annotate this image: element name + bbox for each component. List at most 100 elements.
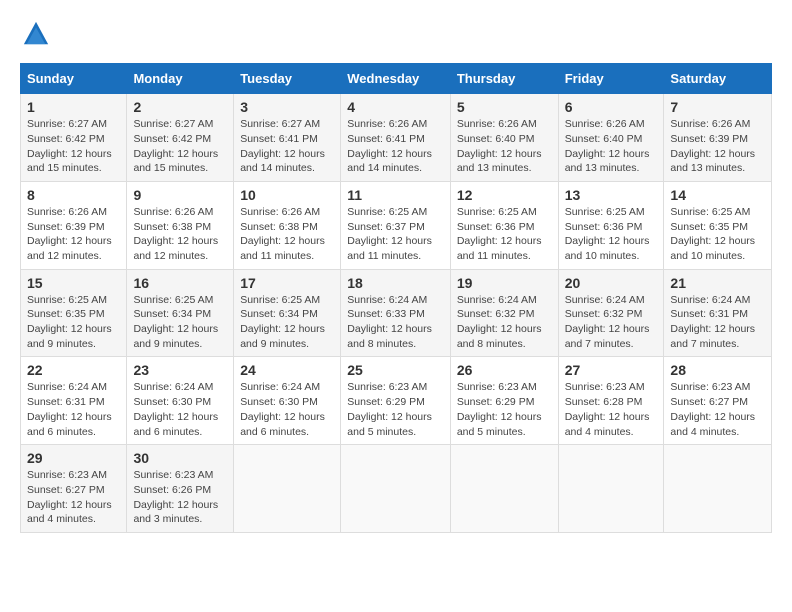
day-number: 27 [565,362,658,378]
calendar-cell: 19 Sunrise: 6:24 AM Sunset: 6:32 PM Dayl… [450,269,558,357]
day-info: Sunrise: 6:25 AM Sunset: 6:36 PM Dayligh… [565,205,658,264]
day-info: Sunrise: 6:24 AM Sunset: 6:33 PM Dayligh… [347,293,444,352]
day-number: 11 [347,187,444,203]
day-info: Sunrise: 6:24 AM Sunset: 6:31 PM Dayligh… [670,293,765,352]
day-info: Sunrise: 6:26 AM Sunset: 6:41 PM Dayligh… [347,117,444,176]
calendar-cell: 10 Sunrise: 6:26 AM Sunset: 6:38 PM Dayl… [234,181,341,269]
calendar-cell: 11 Sunrise: 6:25 AM Sunset: 6:37 PM Dayl… [341,181,451,269]
day-number: 24 [240,362,334,378]
calendar-cell: 28 Sunrise: 6:23 AM Sunset: 6:27 PM Dayl… [664,357,772,445]
day-number: 6 [565,99,658,115]
day-info: Sunrise: 6:26 AM Sunset: 6:39 PM Dayligh… [670,117,765,176]
calendar-table: SundayMondayTuesdayWednesdayThursdayFrid… [20,63,772,533]
day-info: Sunrise: 6:25 AM Sunset: 6:35 PM Dayligh… [27,293,120,352]
day-info: Sunrise: 6:26 AM Sunset: 6:38 PM Dayligh… [133,205,227,264]
calendar-cell: 27 Sunrise: 6:23 AM Sunset: 6:28 PM Dayl… [558,357,664,445]
day-number: 1 [27,99,120,115]
day-number: 7 [670,99,765,115]
day-info: Sunrise: 6:25 AM Sunset: 6:35 PM Dayligh… [670,205,765,264]
calendar-cell: 17 Sunrise: 6:25 AM Sunset: 6:34 PM Dayl… [234,269,341,357]
calendar-week-row: 29 Sunrise: 6:23 AM Sunset: 6:27 PM Dayl… [21,445,772,533]
calendar-cell: 9 Sunrise: 6:26 AM Sunset: 6:38 PM Dayli… [127,181,234,269]
calendar-cell [664,445,772,533]
calendar-cell: 5 Sunrise: 6:26 AM Sunset: 6:40 PM Dayli… [450,94,558,182]
day-number: 30 [133,450,227,466]
calendar-header-monday: Monday [127,64,234,94]
day-number: 17 [240,275,334,291]
day-info: Sunrise: 6:23 AM Sunset: 6:26 PM Dayligh… [133,468,227,527]
calendar-header-tuesday: Tuesday [234,64,341,94]
calendar-cell: 3 Sunrise: 6:27 AM Sunset: 6:41 PM Dayli… [234,94,341,182]
day-number: 26 [457,362,552,378]
day-number: 4 [347,99,444,115]
calendar-cell: 7 Sunrise: 6:26 AM Sunset: 6:39 PM Dayli… [664,94,772,182]
day-info: Sunrise: 6:25 AM Sunset: 6:34 PM Dayligh… [133,293,227,352]
day-info: Sunrise: 6:26 AM Sunset: 6:38 PM Dayligh… [240,205,334,264]
day-info: Sunrise: 6:24 AM Sunset: 6:32 PM Dayligh… [565,293,658,352]
day-info: Sunrise: 6:24 AM Sunset: 6:30 PM Dayligh… [240,380,334,439]
day-number: 29 [27,450,120,466]
day-number: 9 [133,187,227,203]
calendar-cell [450,445,558,533]
day-info: Sunrise: 6:23 AM Sunset: 6:29 PM Dayligh… [457,380,552,439]
day-number: 22 [27,362,120,378]
calendar-cell: 29 Sunrise: 6:23 AM Sunset: 6:27 PM Dayl… [21,445,127,533]
day-number: 2 [133,99,227,115]
calendar-header-saturday: Saturday [664,64,772,94]
day-info: Sunrise: 6:26 AM Sunset: 6:40 PM Dayligh… [457,117,552,176]
calendar-cell: 26 Sunrise: 6:23 AM Sunset: 6:29 PM Dayl… [450,357,558,445]
calendar-cell: 18 Sunrise: 6:24 AM Sunset: 6:33 PM Dayl… [341,269,451,357]
day-info: Sunrise: 6:23 AM Sunset: 6:29 PM Dayligh… [347,380,444,439]
calendar-cell: 20 Sunrise: 6:24 AM Sunset: 6:32 PM Dayl… [558,269,664,357]
calendar-cell [341,445,451,533]
day-number: 12 [457,187,552,203]
day-number: 8 [27,187,120,203]
day-number: 13 [565,187,658,203]
calendar-header-wednesday: Wednesday [341,64,451,94]
logo-icon [22,20,50,48]
calendar-cell: 30 Sunrise: 6:23 AM Sunset: 6:26 PM Dayl… [127,445,234,533]
day-number: 15 [27,275,120,291]
calendar-week-row: 1 Sunrise: 6:27 AM Sunset: 6:42 PM Dayli… [21,94,772,182]
calendar-cell: 8 Sunrise: 6:26 AM Sunset: 6:39 PM Dayli… [21,181,127,269]
logo [20,20,50,53]
day-info: Sunrise: 6:27 AM Sunset: 6:42 PM Dayligh… [133,117,227,176]
day-info: Sunrise: 6:23 AM Sunset: 6:28 PM Dayligh… [565,380,658,439]
calendar-cell: 15 Sunrise: 6:25 AM Sunset: 6:35 PM Dayl… [21,269,127,357]
calendar-cell: 2 Sunrise: 6:27 AM Sunset: 6:42 PM Dayli… [127,94,234,182]
calendar-header-sunday: Sunday [21,64,127,94]
day-number: 28 [670,362,765,378]
calendar-header-friday: Friday [558,64,664,94]
calendar-cell: 6 Sunrise: 6:26 AM Sunset: 6:40 PM Dayli… [558,94,664,182]
day-number: 10 [240,187,334,203]
day-info: Sunrise: 6:26 AM Sunset: 6:39 PM Dayligh… [27,205,120,264]
day-info: Sunrise: 6:23 AM Sunset: 6:27 PM Dayligh… [27,468,120,527]
day-info: Sunrise: 6:25 AM Sunset: 6:37 PM Dayligh… [347,205,444,264]
calendar-cell: 22 Sunrise: 6:24 AM Sunset: 6:31 PM Dayl… [21,357,127,445]
day-info: Sunrise: 6:27 AM Sunset: 6:42 PM Dayligh… [27,117,120,176]
day-number: 20 [565,275,658,291]
day-number: 25 [347,362,444,378]
day-number: 21 [670,275,765,291]
day-info: Sunrise: 6:27 AM Sunset: 6:41 PM Dayligh… [240,117,334,176]
calendar-cell: 4 Sunrise: 6:26 AM Sunset: 6:41 PM Dayli… [341,94,451,182]
day-number: 5 [457,99,552,115]
calendar-cell: 13 Sunrise: 6:25 AM Sunset: 6:36 PM Dayl… [558,181,664,269]
calendar-cell [234,445,341,533]
calendar-header-row: SundayMondayTuesdayWednesdayThursdayFrid… [21,64,772,94]
calendar-week-row: 15 Sunrise: 6:25 AM Sunset: 6:35 PM Dayl… [21,269,772,357]
day-info: Sunrise: 6:24 AM Sunset: 6:32 PM Dayligh… [457,293,552,352]
day-number: 18 [347,275,444,291]
day-number: 14 [670,187,765,203]
calendar-cell: 24 Sunrise: 6:24 AM Sunset: 6:30 PM Dayl… [234,357,341,445]
day-info: Sunrise: 6:25 AM Sunset: 6:34 PM Dayligh… [240,293,334,352]
day-info: Sunrise: 6:25 AM Sunset: 6:36 PM Dayligh… [457,205,552,264]
calendar-cell: 16 Sunrise: 6:25 AM Sunset: 6:34 PM Dayl… [127,269,234,357]
calendar-cell: 1 Sunrise: 6:27 AM Sunset: 6:42 PM Dayli… [21,94,127,182]
day-number: 23 [133,362,227,378]
day-info: Sunrise: 6:24 AM Sunset: 6:30 PM Dayligh… [133,380,227,439]
calendar-cell: 25 Sunrise: 6:23 AM Sunset: 6:29 PM Dayl… [341,357,451,445]
day-number: 3 [240,99,334,115]
calendar-week-row: 22 Sunrise: 6:24 AM Sunset: 6:31 PM Dayl… [21,357,772,445]
calendar-cell [558,445,664,533]
